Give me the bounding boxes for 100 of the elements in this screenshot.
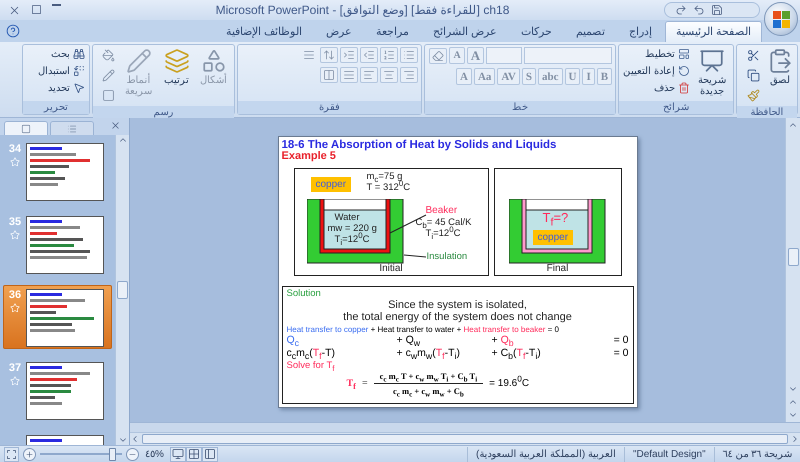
slide-number: 34 (8, 143, 22, 155)
zoom-level: %٤٥ (144, 448, 165, 460)
scrollbar-thumb[interactable] (788, 248, 798, 266)
zoom-in-button[interactable] (23, 448, 36, 460)
diagram-caption: Initial (378, 263, 404, 274)
fit-to-window-button[interactable] (4, 446, 19, 462)
align-left-button[interactable] (360, 67, 378, 83)
outline-icon (67, 124, 77, 134)
arrange-button[interactable]: ترتيب (160, 47, 194, 87)
reset-icon (678, 65, 690, 77)
find-button[interactable]: بحث (36, 47, 86, 61)
maximize-button[interactable] (31, 4, 42, 16)
line-spacing-icon (323, 49, 336, 61)
pencil-icon (126, 48, 152, 74)
reset-button[interactable]: إعادة التعيين (622, 64, 691, 78)
slide-title: 18-6 The Absorption of Heat by Solids and Liquids (282, 140, 558, 151)
zoom-slider-thumb[interactable] (109, 448, 116, 460)
numbering-button[interactable] (380, 47, 398, 63)
new-slide-button[interactable]: شريحة جديدة (694, 47, 730, 98)
maximize-icon (31, 4, 42, 14)
ribbon-tab[interactable]: تصميم (564, 21, 616, 42)
star-icon (10, 230, 20, 240)
clear-formatting-button[interactable] (429, 48, 448, 64)
equation-in-words: Heat transfer to copper + Heat transfer to water + Heat transfer to beaker = 0 (286, 325, 560, 334)
star-icon (10, 157, 20, 167)
replace-button[interactable]: استبدال (36, 64, 86, 78)
align-center-icon (383, 69, 396, 81)
indent-icon (343, 49, 356, 61)
sample-label: copper (532, 230, 574, 245)
save-icon (711, 4, 723, 16)
equation-total: = 0 (612, 347, 628, 360)
slide-sorter-button[interactable] (186, 446, 202, 462)
slide-number: 35 (8, 216, 22, 228)
equation-term: + c$_{w}$m$_{w}$(T$_{f}$-T$_{i}$) (396, 347, 461, 360)
insulation-label: Insulation (426, 252, 468, 262)
group-label: تحرير (23, 101, 89, 114)
slide-icon (21, 124, 31, 134)
slide-icon (698, 48, 725, 74)
delete-button[interactable]: حذف (622, 81, 691, 95)
undo-button[interactable] (693, 4, 705, 16)
slides-tab[interactable] (4, 121, 48, 135)
group-label: رسم (92, 106, 234, 119)
outdent-button[interactable] (360, 47, 378, 63)
paintbrush-icon (747, 89, 760, 102)
slide-counter: شريحة ٣٦ من ٦٤ (714, 446, 800, 462)
numbered-list-icon (383, 49, 396, 61)
layers-icon (164, 48, 190, 74)
ribbon-tab[interactable]: إدراج (618, 21, 663, 42)
pointer-icon (72, 82, 85, 94)
group-label: شرائح (619, 101, 734, 114)
equation-term: c$_{c}$m$_{c}$(T$_{f}$-T) (286, 347, 336, 360)
redo-button[interactable] (675, 4, 687, 16)
align-right-button[interactable] (400, 67, 418, 83)
font-size-field[interactable] (486, 47, 522, 64)
formula-numerator: c$_{c}$ m$_{c}$ T + c$_{w}$ m$_{w}$ T$_{i}$ + C$_{b}$ T$_{i}$ (374, 371, 484, 384)
mass-label: m$_{c}$=75 g (366, 172, 402, 182)
group-label: فقرة (238, 101, 422, 114)
normal-view-button[interactable] (202, 446, 218, 462)
solve-label: Solve for T$_{f}$ (286, 360, 334, 371)
ribbon-tab[interactable]: عرض (314, 21, 363, 42)
vertical-scrollbar[interactable] (785, 118, 800, 422)
ribbon-tab[interactable]: الصفحة الرئيسية (664, 21, 762, 42)
slideshow-button[interactable] (170, 446, 186, 462)
slide-subtitle: Example 5 (282, 151, 336, 162)
text-direction-icon (303, 49, 316, 61)
solution-heading: Solution (286, 288, 321, 299)
indent-button[interactable] (340, 47, 358, 63)
layout-button[interactable]: تخطيط (622, 47, 691, 61)
shapes-icon (200, 48, 227, 74)
equals-sign: = (362, 378, 368, 389)
notes-pane[interactable] (130, 422, 800, 432)
star-icon (10, 376, 20, 386)
justify-button[interactable] (340, 67, 358, 83)
sample-label: copper (310, 177, 352, 192)
zoom-out-button[interactable] (126, 448, 139, 460)
outline-tab[interactable] (50, 121, 94, 135)
ribbon-tab[interactable]: الوظائف الإضافية (214, 21, 313, 42)
beaker-label: Beaker (426, 206, 458, 216)
ribbon-tab[interactable]: مراجعة (364, 21, 420, 42)
columns-button[interactable] (320, 67, 338, 83)
diagram-caption: Final (546, 263, 570, 274)
font-name-field[interactable] (524, 47, 612, 64)
paste-button[interactable]: لصق (766, 47, 794, 87)
bullets-button[interactable] (400, 47, 418, 63)
ribbon-tab[interactable]: عرض الشرائح (422, 21, 508, 42)
equation-term: + Q$_{w}$ (396, 334, 422, 347)
close-pane-button[interactable] (110, 120, 121, 131)
horizontal-scrollbar[interactable] (130, 432, 800, 445)
line-spacing-button[interactable] (320, 47, 338, 63)
slide-number: 36 (8, 289, 22, 301)
select-button[interactable]: تحديد (36, 81, 86, 95)
scrollbar-thumb[interactable] (117, 281, 128, 299)
save-button[interactable] (711, 4, 723, 16)
office-button[interactable] (764, 2, 798, 36)
ribbon-tab[interactable]: حركات (510, 21, 563, 42)
replace-icon (72, 65, 85, 77)
thumbnail-scrollbar[interactable] (115, 135, 129, 445)
question-label: T$_{f}$=? (542, 213, 568, 223)
align-center-button[interactable] (380, 67, 398, 83)
columns-icon (323, 69, 336, 81)
